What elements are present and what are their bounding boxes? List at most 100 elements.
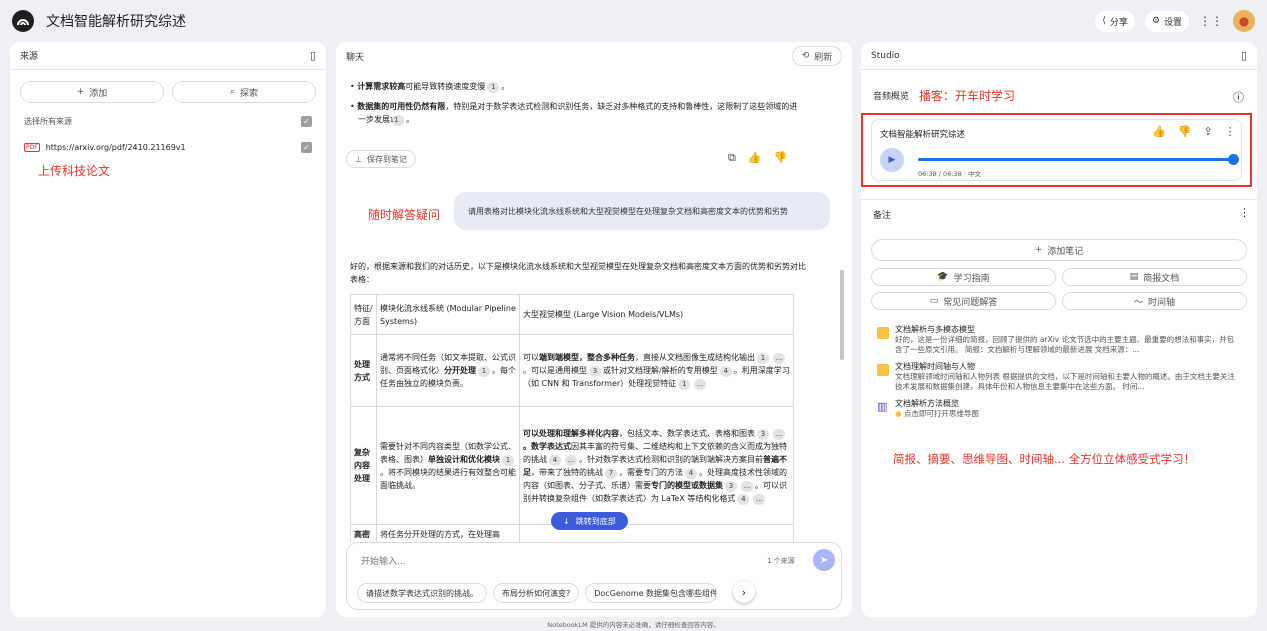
save-note-label: 保存到笔记 <box>366 154 407 164</box>
cell-text: 。可以是通用模型 <box>523 366 587 375</box>
chat-scrollbar[interactable] <box>840 270 844 360</box>
note-item[interactable]: ▥ 文档解析方法概览 ● 点击即可打开思维导图 <box>865 399 1253 419</box>
explore-button[interactable]: ⌕ 探索 <box>172 81 316 103</box>
table-cell: 可以处理和理解多样化内容，包括文本、数学表达式、表格和图表 3 ...。数学表达式因… <box>519 406 794 525</box>
cell-text: ，带来了独特的挑战 <box>531 467 603 477</box>
table-cell: 将任务分开处理的方式，在处理高 <box>376 524 520 542</box>
table-header-cell: 特征/方面 <box>350 294 377 335</box>
add-source-button[interactable]: + 添加 <box>20 81 164 103</box>
suggestion-chip[interactable]: DocGenome 数据集包含哪些组件 <box>585 583 718 603</box>
citation-badge[interactable]: 1 <box>502 454 514 466</box>
share-button[interactable]: ⟨ 分享 <box>1095 10 1135 32</box>
suggestion-chip[interactable]: 布局分析如何演变? <box>493 583 580 603</box>
play-button[interactable]: ▶ <box>880 148 904 172</box>
plus-icon: + <box>1034 245 1043 255</box>
cell-bold: 端到端 <box>539 353 563 362</box>
lightbulb-icon: ● <box>895 409 902 418</box>
explore-search-icon: ⌕ <box>229 87 236 97</box>
answer-bullets: • 计算需求较高可能导致转换速度变慢 1。 • 数据集的可用性仍然有限，特别是对于… <box>350 82 798 126</box>
table-header-cell: 大型视觉模型 (Large Vision Models/VLMs) <box>519 294 794 335</box>
chat-input[interactable]: 开始输入... <box>361 554 406 567</box>
faq-button[interactable]: ▭ 常见问题解答 <box>871 292 1056 310</box>
save-to-note-button[interactable]: ⊥ 保存到笔记 <box>346 150 416 168</box>
citation-badge[interactable]: 4 <box>549 454 561 466</box>
study-guide-button[interactable]: 🎓 学习指南 <box>871 268 1056 286</box>
notebooklm-logo-icon <box>12 10 34 32</box>
document-icon: ▤ <box>1129 272 1139 282</box>
citation-badge[interactable]: 3 <box>757 428 769 440</box>
citation-badge[interactable]: 1 <box>487 82 500 93</box>
citation-badge[interactable]: 4 <box>719 366 732 377</box>
footer-disclaimer: NotebookLM 提供的内容未必准确，请仔细检查回答内容。 <box>547 621 720 629</box>
explore-label: 探索 <box>240 88 259 99</box>
cell-text: 。将不同模块的结果进行有效整合可能面临挑战。 <box>380 467 516 490</box>
share-icon[interactable]: ⇪ <box>1203 125 1212 138</box>
share-label: 分享 <box>1109 17 1128 28</box>
source-item[interactable]: PDF https://arxiv.org/pdf/2410.21169v1 ✓ <box>10 127 326 153</box>
source-checkbox[interactable]: ✓ <box>301 142 312 153</box>
briefing-doc-button[interactable]: ▤ 简报文档 <box>1062 268 1247 286</box>
comparison-table: 特征/方面 模块化流水线系统 (Modular Pipeline Systems… <box>350 294 794 542</box>
collapse-panel-icon[interactable]: ▯ <box>1241 49 1247 62</box>
thumbs-down-icon[interactable]: 👎 <box>774 151 788 165</box>
settings-button[interactable]: ⚙ 设置 <box>1144 10 1189 32</box>
citation-badge[interactable]: 7 <box>605 467 617 479</box>
citation-badge[interactable]: 3 <box>725 480 737 492</box>
cell-text: 可以 <box>523 353 539 362</box>
cell-text: 。针对数学表达式检测和识别的端到端解决方案目前 <box>579 454 763 464</box>
refresh-button[interactable]: ⟲ 刷新 <box>792 46 842 66</box>
timeline-button[interactable]: 〜时间轴 <box>1062 292 1247 310</box>
collapse-panel-icon[interactable]: ▯ <box>310 49 316 62</box>
send-button[interactable]: ➤ <box>813 549 835 571</box>
quick-label: 常见问题解答 <box>943 297 998 308</box>
citation-badge[interactable]: 1 <box>757 353 769 364</box>
more-icon[interactable]: ⋮ <box>1239 206 1250 219</box>
share-icon: ⟨ <box>1102 16 1106 26</box>
citation-badge[interactable]: 11 <box>390 115 404 126</box>
citation-badge[interactable]: 1 <box>678 379 691 390</box>
more-icon[interactable]: ⋮ <box>1225 125 1236 138</box>
apps-grid-icon[interactable]: ⋮⋮ <box>1199 14 1223 28</box>
citation-badge[interactable]: 1 <box>478 366 490 377</box>
cell-bold: 单独设计和优化模块 <box>428 454 500 464</box>
chat-title: 聊天 <box>346 52 365 63</box>
citation-badge[interactable]: ... <box>694 379 707 390</box>
cell-text: ，包括文本、数学表达式、表格和图表 <box>619 428 755 438</box>
citation-badge[interactable]: 4 <box>737 493 750 505</box>
note-item[interactable]: 文档解析与多模态模型 好的，这是一份详细的简报，回顾了提供的 arXiv 论文节选… <box>865 325 1253 355</box>
row-label: 复杂内容处理 <box>354 448 370 483</box>
cell-text: 或针对文档理解/解析的专用模型 <box>603 366 718 375</box>
copy-icon[interactable]: ⧉ <box>728 151 736 165</box>
citation-badge[interactable]: ... <box>741 480 753 492</box>
thumbs-up-icon[interactable]: 👍 <box>748 151 762 165</box>
add-label: 添加 <box>89 88 108 99</box>
select-all-checkbox[interactable]: ✓ <box>301 116 312 127</box>
table-row: 复杂内容处理 需要针对不同内容类型（如数学公式、表格、图表）单独设计和优化模块 1… <box>350 406 794 525</box>
citation-badge[interactable]: ... <box>753 493 766 505</box>
citation-badge[interactable]: 4 <box>685 467 697 479</box>
audio-progress-handle[interactable] <box>1228 154 1239 165</box>
note-item[interactable]: 文档理解时间轴与人物 文档理解领域时间轴和人物列表 根据提供的文档，以下是时间轴和… <box>865 362 1253 392</box>
citation-badge[interactable]: 3 <box>589 366 601 377</box>
citation-badge[interactable]: ... <box>773 428 785 440</box>
faq-icon: ▭ <box>929 296 939 306</box>
citation-badge[interactable]: ... <box>565 454 577 466</box>
cell-bold: 。数学表达式 <box>523 441 571 451</box>
chevron-right-icon[interactable]: › <box>733 581 755 603</box>
gear-icon: ⚙ <box>1151 16 1160 26</box>
notebook-title[interactable]: 文档智能解析研究综述 <box>46 11 186 31</box>
notes-title: 备注 <box>873 211 892 221</box>
info-icon[interactable]: ⓘ <box>1233 89 1244 105</box>
select-all-label: 选择所有来源 <box>24 117 72 126</box>
citation-badge[interactable]: ... <box>773 353 785 364</box>
note-title: 文档理解时间轴与人物 <box>895 362 975 371</box>
audio-progress-track[interactable] <box>918 154 1239 165</box>
source-item-label: https://arxiv.org/pdf/2410.21169v1 <box>45 143 186 152</box>
suggestion-chip[interactable]: 请描述数学表达式识别的挑战。 <box>357 583 487 603</box>
avatar[interactable]: ● <box>1233 10 1255 32</box>
plus-icon: + <box>76 87 85 97</box>
thumbs-down-icon[interactable]: 👎 <box>1178 125 1192 138</box>
thumbs-up-icon[interactable]: 👍 <box>1152 125 1166 138</box>
jump-to-bottom-button[interactable]: ↓ 跳转到底部 <box>551 512 628 530</box>
add-note-button[interactable]: + 添加笔记 <box>871 239 1247 261</box>
